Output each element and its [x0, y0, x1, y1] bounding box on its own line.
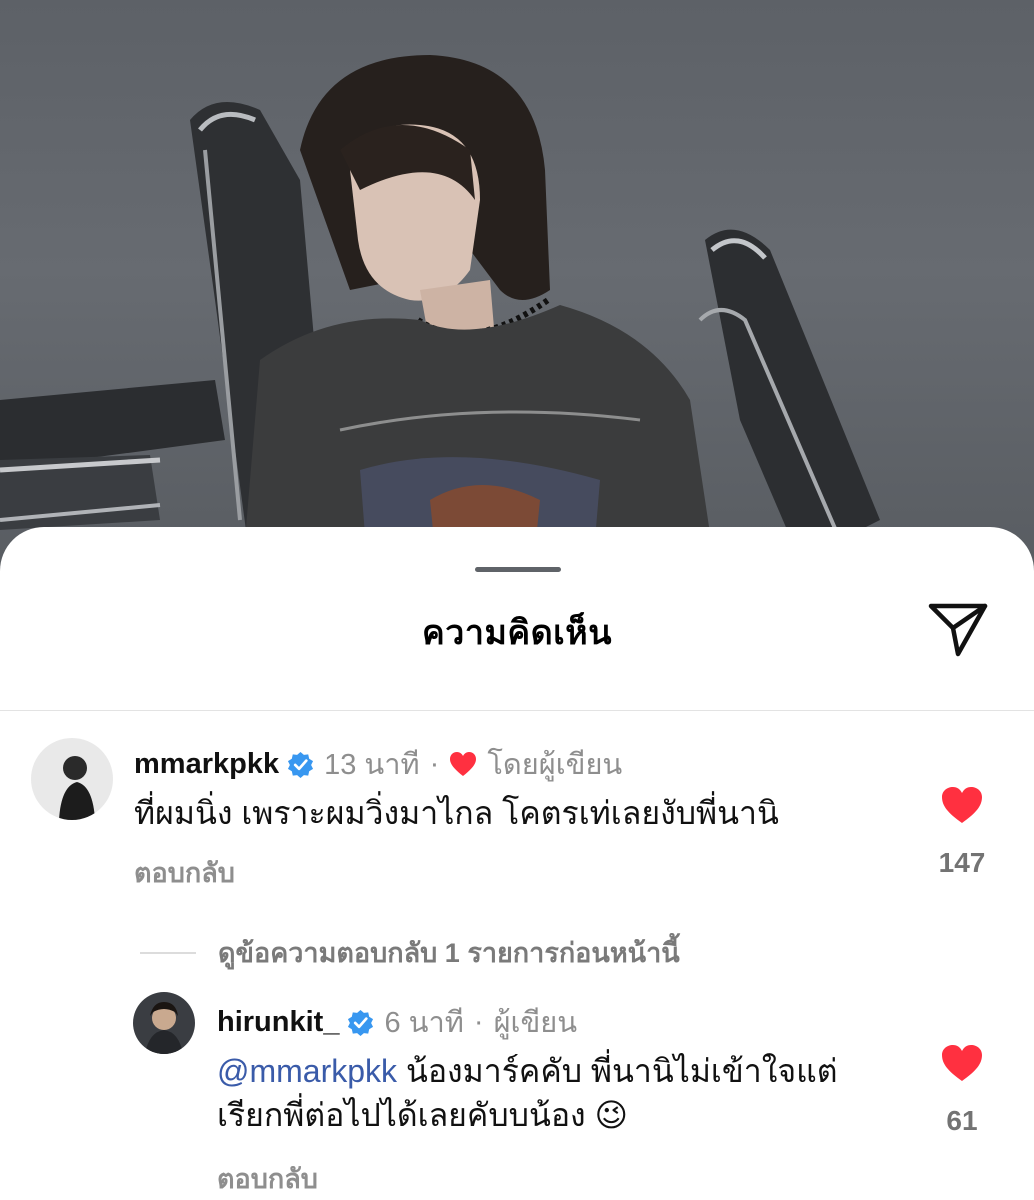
author-liked-label: โดยผู้เขียน: [487, 749, 623, 781]
verified-badge-icon: [288, 751, 314, 778]
comment-meta: hirunkit_ 6 นาที · ผู้เขียน: [217, 999, 577, 1045]
sheet-grabber[interactable]: [475, 567, 561, 572]
sheet-divider: [0, 710, 1034, 711]
like-count: 61: [946, 1105, 978, 1136]
comment-meta: mmarkpkk 13 นาที · โดยผู้เขียน: [134, 741, 622, 787]
verified-badge-icon: [348, 1009, 374, 1036]
comment-text-line1: น้องมาร์คคับ พี่นานิไม่เข้าใจแต่: [405, 1053, 838, 1089]
author-label: ผู้เขียน: [493, 1007, 578, 1039]
avatar[interactable]: [133, 992, 195, 1054]
comment-username[interactable]: mmarkpkk: [134, 748, 279, 781]
view-replies-button[interactable]: ดูข้อความตอบกลับ 1 รายการก่อนหน้านี้: [140, 931, 680, 974]
meta-separator: ·: [473, 1005, 484, 1038]
comment-text: ที่ผมนิ่ง เพราะผมวิ่งมาไกล โคตรเท่เลยงับ…: [134, 795, 779, 831]
like-button[interactable]: [940, 785, 984, 825]
heart-icon: [450, 752, 477, 776]
like-count: 147: [938, 847, 986, 878]
share-button[interactable]: [928, 600, 988, 660]
send-paper-plane-icon: [928, 603, 988, 657]
like-button[interactable]: [940, 1043, 984, 1083]
comment-text-line2: เรียกพี่ต่อไปได้เลยคับบน้อง 😉: [217, 1097, 628, 1133]
reply-button[interactable]: ตอบกลับ: [217, 1157, 318, 1200]
post-photo: [0, 0, 1034, 600]
comment-username[interactable]: hirunkit_: [217, 1006, 339, 1039]
comment-time: 13 นาที: [324, 749, 420, 781]
view-replies-label: ดูข้อความตอบกลับ 1 รายการก่อนหน้านี้: [218, 938, 680, 968]
avatar[interactable]: [31, 738, 113, 820]
comment-time: 6 นาที: [384, 1007, 464, 1039]
comments-sheet: ความคิดเห็น mmarkpkk 13 นาที · โดยผู้เขี…: [0, 527, 1034, 1200]
mention-link[interactable]: @mmarkpkk: [217, 1053, 397, 1089]
meta-separator: ·: [429, 747, 440, 780]
sheet-title: ความคิดเห็น: [422, 614, 612, 652]
reply-button[interactable]: ตอบกลับ: [134, 851, 235, 894]
comment-text: @mmarkpkk น้องมาร์คคับ พี่นานิไม่เข้าใจแ…: [217, 1049, 837, 1137]
thread-line: [140, 951, 196, 954]
